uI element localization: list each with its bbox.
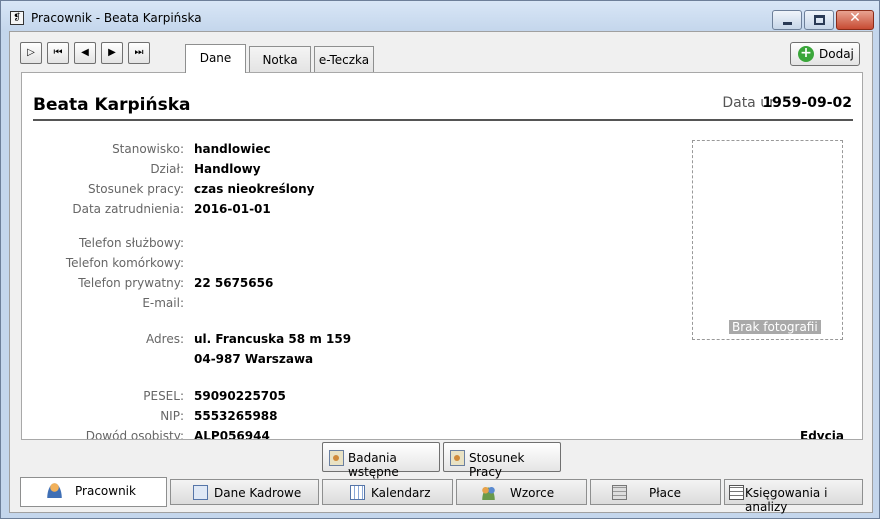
no-photo-caption: Brak fotografii [729,320,821,334]
hire-date-value: 2016-01-01 [194,202,271,216]
edit-link[interactable]: Edycja [800,429,844,439]
employee-details-panel: Beata Karpińska Data ur. 1959-09-02 Stan… [21,72,863,440]
people-icon [481,485,496,500]
employment-type-value: czas nieokreślony [194,182,315,196]
nip-value: 5553265988 [194,409,278,423]
bottom-tab-label: Kalendarz [371,486,431,500]
address-line-2: 04-987 Warszawa [194,352,314,366]
photo-placeholder[interactable]: Brak fotografii [692,140,843,340]
window-title: Pracownik - Beata Karpińska [31,11,202,25]
bottom-tab-label: Wzorce [510,486,555,500]
bottom-tab-label: Pracownik [75,484,136,498]
tab-dane[interactable]: Dane [185,44,246,73]
bottom-tab-employee[interactable]: Pracownik [20,477,167,507]
ledger-icon [729,485,744,500]
department-label: Dział: [150,162,184,176]
employee-name: Beata Karpińska [33,95,191,115]
birth-date-value: 1959-09-02 [762,95,852,111]
add-button-label: Dodaj [819,47,854,61]
plus-icon: + [798,46,814,62]
document-icon [450,450,465,466]
tab-e-teczka[interactable]: e-Teczka [314,46,374,73]
app-icon: ❡ [10,11,24,25]
department-value: Handlowy [194,162,261,176]
employment-type-label: Stosunek pracy: [87,182,184,196]
header-divider [33,119,853,121]
minimize-icon [783,22,792,25]
employee-window: ❡ Pracownik - Beata Karpińska ✕ ▷ ⏮ ◀ ▶ … [0,0,880,519]
maximize-button[interactable] [804,10,834,30]
calendar-icon [350,485,365,500]
window-client-area: ▷ ⏮ ◀ ▶ ⏭ Dane Notka e-Teczka + Dodaj Be… [9,31,873,514]
minimize-button[interactable] [772,10,802,30]
private-phone-label: Telefon prywatny: [78,276,184,290]
calculator-icon [612,485,627,500]
bottom-tab-payroll[interactable]: Płace [590,479,721,505]
private-phone-value: 22 5675656 [194,276,274,290]
hire-date-label: Data zatrudnienia: [72,202,184,216]
bottom-tab-accounting[interactable]: Księgowania i analizy [724,479,863,514]
title-bar[interactable]: ❡ Pracownik - Beata Karpińska ✕ [1,1,879,31]
nip-label: NIP: [160,409,184,423]
id-card-label: Dowód osobisty: [85,429,184,440]
document-icon [329,450,344,466]
bottom-tab-label: Dane Kadrowe [214,486,302,500]
medical-exams-button[interactable]: Badania wstępne [322,442,440,479]
nav-prev-button[interactable]: ◀ [74,42,96,64]
nav-last-button[interactable]: ⏭ [128,42,150,64]
maximize-icon [814,15,825,25]
position-value: handlowiec [194,142,271,156]
card-icon [193,485,208,500]
nav-next-button[interactable]: ▶ [101,42,123,64]
address-line-1: ul. Francuska 58 m 159 [194,332,352,346]
bottom-tab-calendar[interactable]: Kalendarz [322,479,453,505]
email-label: E-mail: [142,296,184,310]
address-label: Adres: [146,332,184,346]
employment-relation-button[interactable]: Stosunek Pracy [443,442,561,479]
bottom-tab-hr-data[interactable]: Dane Kadrowe [170,479,319,505]
employment-relation-label: Stosunek Pracy [469,451,525,479]
user-icon [47,483,62,498]
close-icon: ✕ [849,10,861,26]
medical-exams-label: Badania wstępne [348,451,399,479]
bottom-tab-label: Płace [649,486,681,500]
work-phone-label: Telefon służbowy: [79,236,184,250]
nav-first-button[interactable]: ▷ [20,42,42,64]
id-card-value: ALP056944 [194,429,270,440]
pesel-value: 59090225705 [194,389,286,403]
add-button[interactable]: + Dodaj [790,42,860,66]
bottom-tab-templates[interactable]: Wzorce [456,479,587,505]
pesel-label: PESEL: [143,389,184,403]
bottom-tab-label: Księgowania i analizy [745,486,828,514]
position-label: Stanowisko: [112,142,184,156]
nav-start-button[interactable]: ⏮ [47,42,69,64]
tab-notka[interactable]: Notka [249,46,311,73]
mobile-phone-label: Telefon komórkowy: [65,256,184,270]
close-button[interactable]: ✕ [836,10,874,30]
